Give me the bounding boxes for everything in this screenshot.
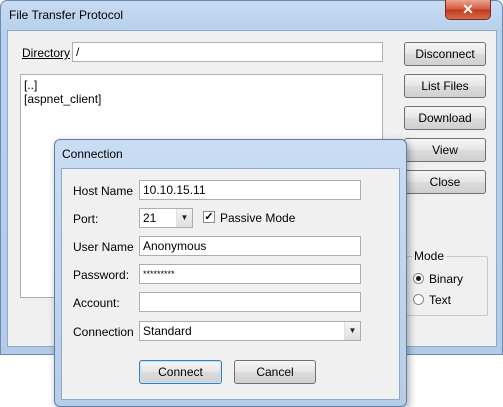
cancel-button[interactable]: Cancel [234, 360, 316, 384]
chevron-down-icon[interactable]: ▼ [344, 322, 360, 340]
download-button[interactable]: Download [404, 106, 486, 130]
binary-radio[interactable] [413, 273, 424, 284]
disconnect-button[interactable]: Disconnect [404, 42, 486, 66]
host-name-input[interactable]: 10.10.15.11 [139, 180, 361, 200]
directory-label: Directory [22, 46, 70, 60]
account-input[interactable] [139, 292, 361, 312]
dialog-client-area [61, 168, 400, 400]
directory-input[interactable]: / [72, 42, 383, 62]
view-button[interactable]: View [404, 138, 486, 162]
user-name-input[interactable]: Anonymous [139, 236, 361, 256]
host-name-label: Host Name [73, 184, 134, 198]
list-item[interactable]: [aspnet_client] [24, 92, 379, 106]
close-button[interactable]: Close [404, 170, 486, 194]
password-label: Password: [73, 268, 130, 282]
mode-label: Mode [412, 249, 447, 263]
text-radio[interactable] [413, 294, 424, 305]
window-title: File Transfer Protocol [9, 8, 124, 22]
binary-label[interactable]: Binary [429, 272, 463, 286]
user-name-label: User Name [73, 240, 134, 254]
port-value: 21 [143, 211, 157, 225]
connect-button[interactable]: Connect [139, 360, 222, 384]
connection-label: Connection [73, 325, 134, 339]
port-select[interactable]: 21 ▼ [139, 208, 193, 228]
connection-select[interactable]: Standard ▼ [139, 321, 361, 341]
account-label: Account: [73, 296, 120, 310]
directory-label-text: Directory [22, 46, 71, 60]
chevron-down-icon[interactable]: ▼ [176, 209, 192, 227]
passive-mode-checkbox[interactable]: ✓ [203, 211, 215, 223]
list-files-button[interactable]: List Files [404, 74, 486, 98]
connection-value: Standard [143, 324, 192, 338]
dialog-title: Connection [62, 147, 123, 161]
passive-mode-label[interactable]: Passive Mode [220, 211, 295, 225]
list-item[interactable]: [..] [24, 78, 379, 92]
window-close-button[interactable]: ✕ [445, 0, 491, 20]
text-label[interactable]: Text [429, 293, 451, 307]
port-label: Port: [73, 212, 99, 226]
checkmark-icon: ✓ [204, 211, 214, 223]
close-icon: ✕ [462, 1, 474, 17]
mode-group [406, 256, 488, 316]
password-input[interactable]: ********* [139, 264, 361, 284]
